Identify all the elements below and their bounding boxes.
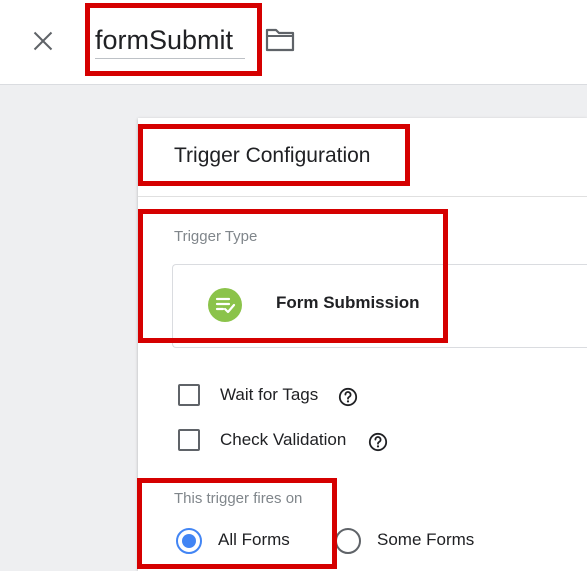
divider	[138, 196, 587, 197]
folder-icon[interactable]	[265, 26, 295, 52]
wait-for-tags-checkbox[interactable]	[178, 384, 200, 406]
top-bar	[0, 0, 587, 85]
trigger-type-card[interactable]: Form Submission	[172, 264, 587, 348]
help-icon[interactable]	[368, 432, 388, 452]
trigger-configuration-panel: Trigger Configuration Trigger Type Form …	[138, 118, 587, 571]
fires-on-label: This trigger fires on	[174, 490, 303, 507]
trigger-type-name: Form Submission	[276, 293, 420, 312]
close-icon[interactable]	[29, 27, 57, 55]
form-submission-icon	[208, 288, 242, 322]
help-icon[interactable]	[338, 387, 358, 407]
wait-for-tags-label: Wait for Tags	[220, 385, 319, 404]
check-validation-checkbox[interactable]	[178, 429, 200, 451]
trigger-type-label: Trigger Type	[174, 228, 258, 245]
check-validation-label: Check Validation	[220, 430, 347, 449]
all-forms-label: All Forms	[218, 530, 290, 549]
some-forms-radio[interactable]	[335, 528, 361, 554]
trigger-name-input[interactable]	[95, 22, 245, 59]
some-forms-label: Some Forms	[377, 530, 475, 549]
panel-title: Trigger Configuration	[174, 144, 371, 167]
all-forms-radio[interactable]	[176, 528, 202, 554]
